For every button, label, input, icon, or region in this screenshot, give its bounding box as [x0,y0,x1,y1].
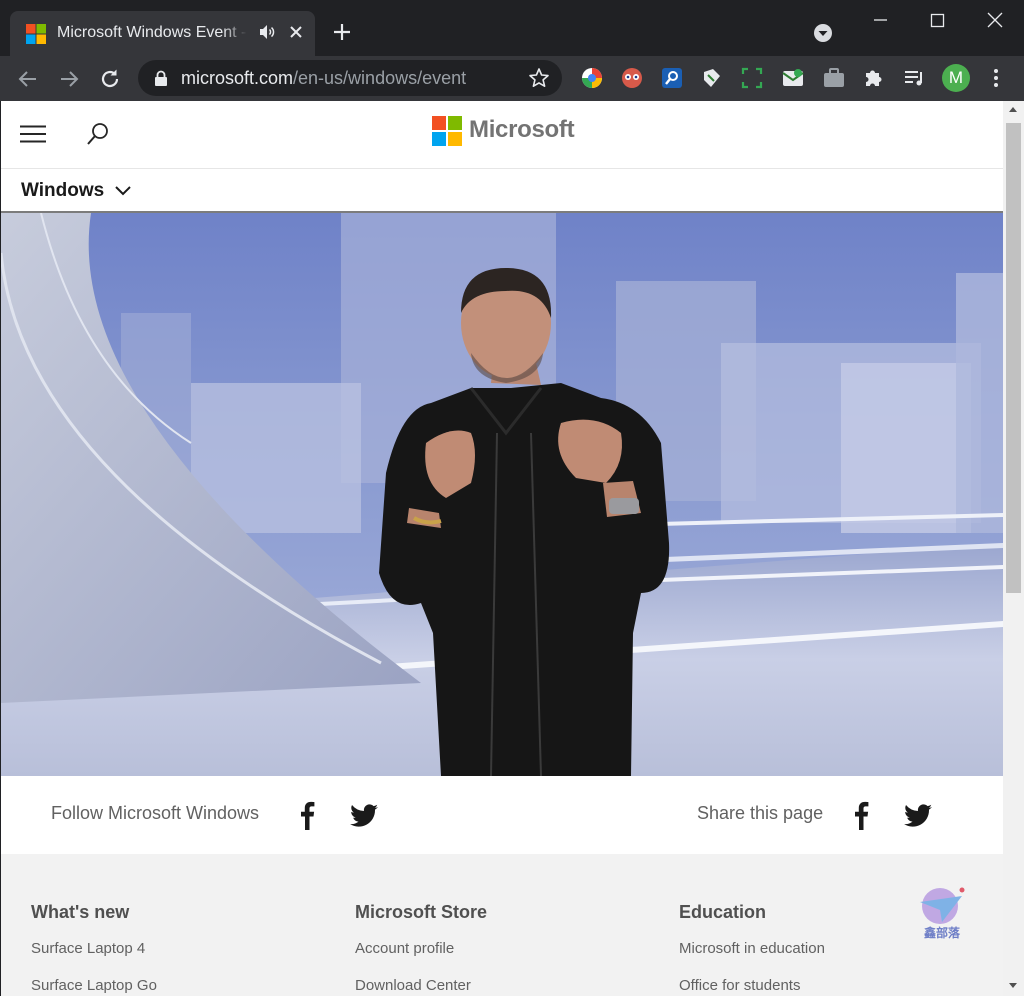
tab-search-icon[interactable] [812,22,834,44]
microsoft-favicon-icon [26,24,46,44]
footer-heading: Education [679,902,767,922]
reload-icon[interactable] [96,65,124,93]
minimize-window-icon[interactable] [868,8,892,32]
browser-titlebar: Microsoft Windows Event - [0,0,1024,56]
site-header: Microsoft [1,101,1003,169]
playlist-icon[interactable] [902,66,926,90]
footer-link[interactable]: Microsoft in education [679,940,825,957]
color-picker-icon[interactable] [580,66,604,90]
vertical-scrollbar[interactable] [1003,101,1024,996]
subnav-title[interactable]: Windows [21,180,104,202]
address-bar[interactable]: microsoft.com/en-us/windows/event [138,60,562,96]
scroll-up-arrow-icon[interactable] [1009,107,1017,112]
microsoft-logo[interactable] [432,116,462,146]
share-facebook-icon[interactable] [853,800,869,830]
url-host: microsoft.com [181,68,294,88]
translate-icon[interactable] [700,66,724,90]
mail-check-icon[interactable] [781,66,805,90]
forward-arrow-icon[interactable] [55,65,83,93]
page-viewport: Microsoft Windows Follow Microsoft Windo… [1,101,1003,996]
new-tab-plus-icon[interactable] [330,20,354,44]
screenshot-icon[interactable] [740,66,764,90]
scroll-down-arrow-icon[interactable] [1009,983,1017,988]
more-menu-icon[interactable] [986,66,1006,90]
footer-link[interactable]: Account profile [355,940,487,957]
footer-heading: Microsoft Store [355,902,488,922]
scrollbar-thumb[interactable] [1006,123,1021,593]
browser-toolbar: microsoft.com/en-us/windows/event M [0,56,1024,101]
hamburger-menu-icon[interactable] [20,125,46,143]
footer-link[interactable]: Office for students [679,977,825,994]
windows-subnav: Windows [1,169,1003,213]
footer-column-education: Education Microsoft in education Office … [679,902,825,996]
url-text[interactable]: microsoft.com/en-us/windows/event [181,68,466,89]
briefcase-icon[interactable] [822,66,846,90]
browser-tab-active[interactable]: Microsoft Windows Event - [10,11,315,56]
watermark-text: 鑫部落 [923,925,961,940]
chevron-down-icon[interactable] [114,185,132,197]
footer-column-microsoft-store: Microsoft Store Account profile Download… [355,902,487,996]
search-icon[interactable] [86,121,110,147]
footer-link[interactable]: Surface Laptop Go [31,977,157,994]
footer-link[interactable]: Download Center [355,977,487,994]
url-path: /en-us/windows/event [293,68,467,88]
reader-icon[interactable] [620,66,644,90]
site-footer: What's new Surface Laptop 4 Surface Lapt… [1,854,1003,996]
event-video-player[interactable] [1,213,1003,776]
microsoft-wordmark[interactable]: Microsoft [469,116,575,144]
close-tab-icon[interactable] [286,22,306,42]
facebook-icon[interactable] [299,800,315,830]
search-ext-icon[interactable] [660,66,684,90]
footer-column-whats-new: What's new Surface Laptop 4 Surface Lapt… [31,902,157,996]
follow-label: Follow Microsoft Windows [51,803,260,823]
tab-title: Microsoft Windows Event - [57,24,247,42]
lock-icon[interactable] [154,70,168,86]
share-twitter-icon[interactable] [903,800,933,830]
twitter-icon[interactable] [349,800,379,830]
social-follow-bar: Follow Microsoft Windows Share this page [1,776,1003,854]
maximize-window-icon[interactable] [925,8,949,32]
close-window-icon[interactable] [983,8,1007,32]
share-label: Share this page [697,803,824,823]
watermark-logo: 鑫部落 [920,887,965,940]
footer-heading: What's new [31,902,130,922]
speaker-icon[interactable] [258,22,276,42]
profile-avatar[interactable]: M [942,64,970,92]
footer-link[interactable]: Surface Laptop 4 [31,940,157,957]
back-arrow-icon[interactable] [14,65,42,93]
puzzle-icon[interactable] [862,66,886,90]
bookmark-star-icon[interactable] [528,67,550,89]
